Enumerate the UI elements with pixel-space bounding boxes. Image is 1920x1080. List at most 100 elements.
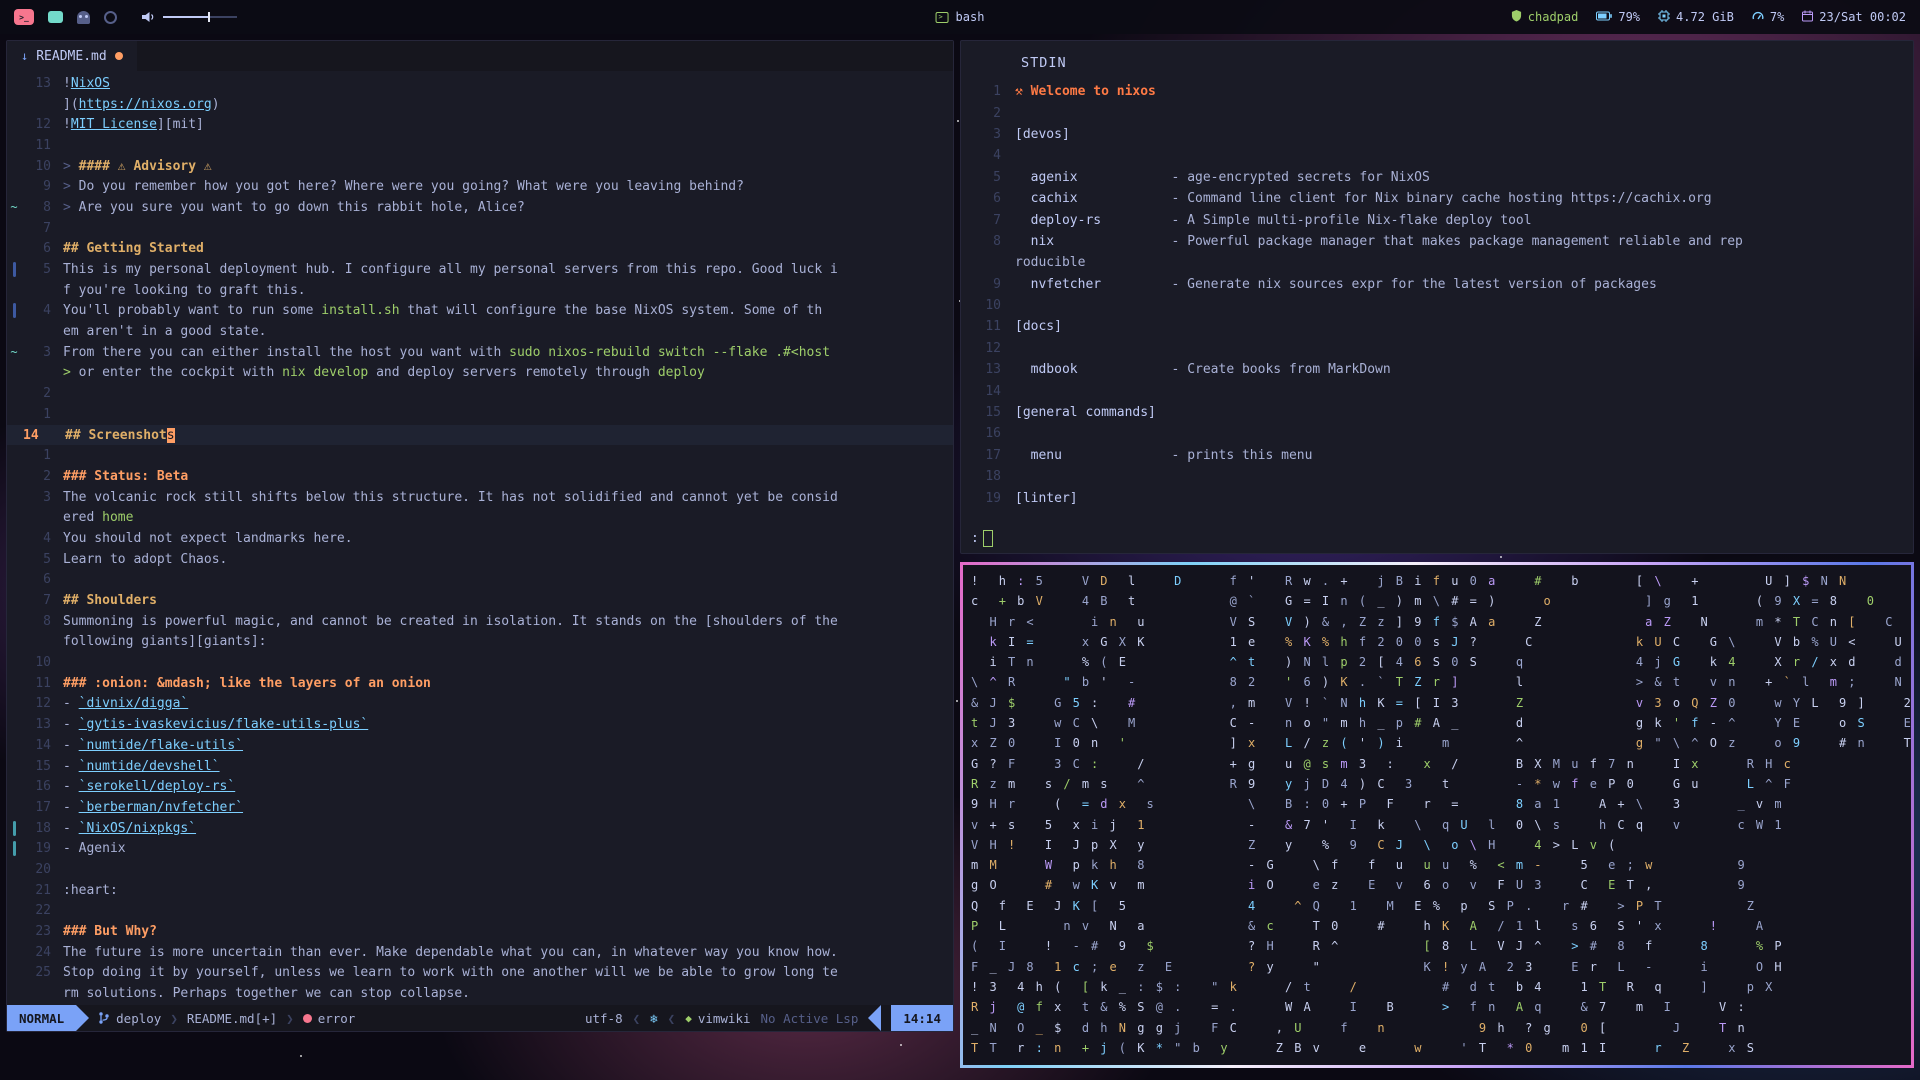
line-text: f you're looking to graft this. [63,282,306,298]
glitch-row: m M W p k h 8 - G \ f f u u u % < m - 5 … [971,858,1747,873]
buffer-line[interactable]: 17 - `berberman/nvfetcher` [7,797,953,818]
buffer-line[interactable]: 11 ### :onion: &mdash; like the layers of… [7,673,953,694]
buffer-line[interactable]: 3 The volcanic rock still shifts below th… [7,487,953,508]
buffer-line[interactable]: ered home [7,507,953,528]
line-text: - `numtide/devshell` [63,758,220,774]
buffer-line[interactable]: ~3 From there you can either install the … [7,342,953,363]
tab-readme[interactable]: ↓ README.md [7,41,137,71]
buffer-line[interactable]: em aren't in a good state. [7,321,953,342]
line-number: 16 [35,779,51,795]
volume-control[interactable] [141,11,237,23]
buffer-line[interactable]: 18 - `NixOS/nixpkgs` [7,818,953,839]
bash-terminal-icon: > [935,11,949,23]
buffer-line[interactable]: 22 [7,901,953,922]
buffer-line[interactable]: 20 [7,859,953,880]
line-number: 13 [35,75,51,91]
line-number: 13 [35,717,51,733]
line-number: 15 [35,758,51,774]
line-text: nvfetcher - Generate nix sources expr fo… [1015,276,1657,292]
module-chadpad[interactable]: chadpad [1511,9,1578,25]
buffer-line[interactable]: > or enter the cockpit with nix develop … [7,363,953,384]
buffer-line[interactable]: 15 - `numtide/devshell` [7,756,953,777]
buffer-line[interactable]: ~8 > Are you sure you want to go down thi… [7,197,953,218]
buffer-line[interactable]: 12 !MIT License][mit] [7,114,953,135]
line-number: 21 [35,882,51,898]
module-79-[interactable]: 79% [1596,10,1640,24]
line-number: 2 [43,386,51,402]
volume-slider[interactable] [163,12,237,22]
buffer-line[interactable]: 19 - Agenix [7,838,953,859]
line-text: [general commands] [1015,405,1156,421]
buffer-line[interactable]: 1 [7,445,953,466]
buffer-line[interactable]: 6 ## Getting Started [7,239,953,260]
chevron-right-icon: ❯ [170,1010,178,1026]
line-text: agenix - age-encrypted secrets for NixOS [1015,169,1430,185]
buffer-line[interactable]: 2 ### Status: Beta [7,466,953,487]
buffer-line[interactable]: 4 You'll probably want to run some instal… [7,301,953,322]
markdown-icon: ↓ [21,49,29,63]
workspace-terminal-icon[interactable]: >_ [14,9,34,25]
buffer-line[interactable]: ](https://nixos.org) [7,94,953,115]
buffer-line[interactable]: 10 > #### ⚠ Advisory ⚠ [7,156,953,177]
module-23-sat-00-02[interactable]: 23/Sat 00:02 [1802,10,1906,25]
line-number: 11 [35,137,51,153]
buffer-line[interactable]: 8 Summoning is powerful magic, and cannot… [7,611,953,632]
buffer-line[interactable]: 25 Stop doing it by yourself, unless we l… [7,963,953,984]
tab-filename: README.md [36,48,107,64]
buffer-line[interactable]: 10 [7,652,953,673]
line-text: Stop doing it by yourself, unless we lea… [63,965,838,981]
buffer-line[interactable]: 24 The future is more uncertain than ever… [7,942,953,963]
buffer-line[interactable]: 7 [7,218,953,239]
line-number: 11 [35,675,51,691]
buffer-line[interactable]: 6 [7,570,953,591]
buffer-line[interactable]: 11 [7,135,953,156]
buffer-line[interactable]: 13 - `gytis-ivaskevicius/flake-utils-plus… [7,714,953,735]
glitch-row: H r < i n u V S V ) & , Z z ] 9 f $ A a … [989,614,1895,629]
workspace-chat-icon[interactable] [48,11,63,23]
buffer-line[interactable]: 5 Learn to adopt Chaos. [7,549,953,570]
buffer-line[interactable]: 21:heart: [7,880,953,901]
module-4-72-gib[interactable]: 4.72 GiB [1658,9,1734,25]
line-number: 1 [43,406,51,422]
stdin-line: 15 [general commands] [961,402,1913,423]
buffer-line[interactable]: 14 ## Screenshots [7,424,953,446]
line-number: 24 [35,944,51,960]
buffer-line[interactable]: 14 - `numtide/flake-utils` [7,735,953,756]
command-line[interactable]: : [971,530,993,547]
git-sign-icon: ~ [10,200,18,215]
buffer-line[interactable]: 23 ### But Why? [7,921,953,942]
buffer-line[interactable]: following giants][giants]: [7,632,953,653]
line-number: 14 [23,427,39,443]
file-name: README.md[+] [186,1010,278,1026]
chevron-left-icon: ❮ [632,1010,641,1026]
stdin-line: roducible [961,252,1913,273]
ghost-icon [77,10,90,24]
buffer-line[interactable]: 5 This is my personal deployment hub. I c… [7,259,953,280]
buffer-line[interactable]: 2 [7,383,953,404]
buffer-line[interactable]: 4 You should not expect landmarks here. [7,528,953,549]
stdin-line: 4 [961,145,1913,166]
buffer-line[interactable]: 13 !NixOS [7,73,953,94]
line-text: Summoning is powerful magic, and cannot … [63,613,838,629]
line-number: 6 [43,241,51,257]
buffer-line[interactable]: 9 > Do you remember how you got here? Whe… [7,176,953,197]
buffer-line[interactable]: 12 - `divnix/digga` [7,694,953,715]
buffer-line[interactable]: rm solutions. Perhaps together we can st… [7,983,953,1004]
buffer-line[interactable]: 16 - `serokell/deploy-rs` [7,776,953,797]
buffer-line[interactable]: f you're looking to graft this. [7,280,953,301]
line-text: - `divnix/digga` [63,696,189,712]
workspace-music-icon[interactable] [104,10,117,24]
git-sign-icon [7,303,21,319]
stdin-line: 11 [docs] [961,316,1913,337]
clock-time: 14:14 [891,1005,953,1031]
line-text: ### But Why? [63,924,157,940]
terminal-icon: >_ [14,9,34,25]
stdin-terminal-window[interactable]: STDIN 1 ⚒ Welcome to nixos 2 3 [devos] 4 5 age… [960,40,1914,554]
module-7-[interactable]: 7% [1752,10,1784,25]
line-number: 3 [43,489,51,505]
workspace-ghost-icon[interactable] [77,10,90,24]
buffer-line[interactable]: 1 [7,404,953,425]
buffer-line[interactable]: 7 ## Shoulders [7,590,953,611]
glitch-terminal-window[interactable]: ! h : 5 V D l D f ' R w . + j B i f u 0 … [960,562,1914,1068]
line-number: 20 [35,861,51,877]
